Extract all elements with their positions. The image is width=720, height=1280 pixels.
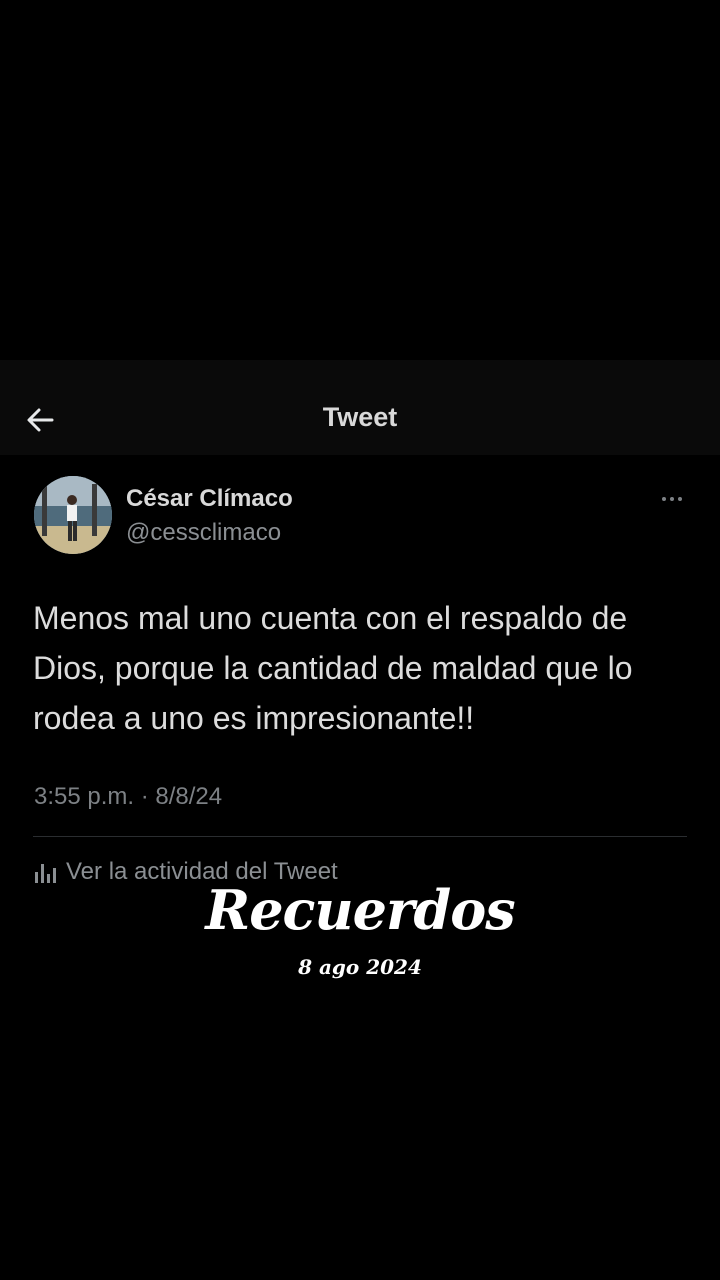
author-name[interactable]: César Clímaco <box>126 485 293 513</box>
tweet-text: Menos mal uno cuenta con el respaldo de … <box>33 600 633 736</box>
more-horizontal-icon <box>670 497 674 501</box>
author-handle[interactable]: @cessclimaco <box>126 519 281 547</box>
divider <box>33 836 687 837</box>
screen: Tweet César Clímaco @cessclimaco Menos m… <box>0 0 720 1280</box>
more-horizontal-icon <box>678 497 682 501</box>
top-bar: Tweet <box>0 360 720 455</box>
more-options-button[interactable] <box>652 485 692 513</box>
more-horizontal-icon <box>662 497 666 501</box>
overlay-title: Recuerdos <box>205 878 515 942</box>
avatar[interactable] <box>34 476 112 554</box>
overlay-date: 8 ago 2024 <box>298 955 422 979</box>
avatar-image <box>34 476 112 554</box>
tweet-timestamp[interactable]: 3:55 p.m. · 8/8/24 <box>34 783 222 811</box>
page-title: Tweet <box>322 402 398 432</box>
